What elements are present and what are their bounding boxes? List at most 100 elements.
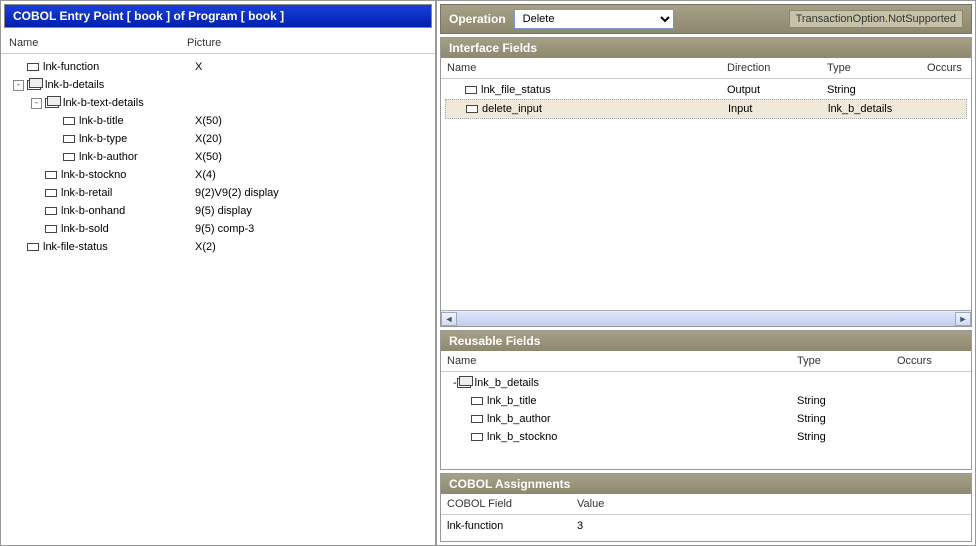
tree-item-label: lnk-b-author <box>79 149 138 165</box>
tree-item-picture: 9(5) comp-3 <box>195 221 431 237</box>
field-icon <box>45 225 57 233</box>
interface-field-row[interactable]: lnk_file_statusOutputString <box>445 81 967 99</box>
transaction-option: TransactionOption.NotSupported <box>789 10 963 28</box>
if-direction: Input <box>728 101 828 117</box>
field-icon <box>63 135 75 143</box>
reusable-field-row[interactable]: lnk_b_stocknoString <box>445 428 967 446</box>
cobol-assignments-section: COBOL Assignments COBOL Field Value lnk-… <box>440 473 972 542</box>
operation-label: Operation <box>449 12 506 26</box>
cobol-assignment-row[interactable]: lnk-function3 <box>445 517 967 535</box>
tree-item-label: lnk-b-type <box>79 131 127 147</box>
field-icon <box>471 433 483 441</box>
field-icon <box>63 117 75 125</box>
tree-row[interactable]: lnk-b-type X(20) <box>5 130 431 148</box>
if-type: String <box>827 82 927 98</box>
tree-item-picture: X(20) <box>195 131 431 147</box>
rf-type: String <box>797 429 897 445</box>
field-icon <box>471 415 483 423</box>
field-icon <box>63 153 75 161</box>
rf-name-label: lnk_b_details <box>475 375 539 391</box>
interface-fields-section: Interface Fields Name Direction Type Occ… <box>440 37 972 327</box>
tree-col-name-header: Name <box>9 37 179 49</box>
tree-item-label: lnk-b-details <box>45 77 104 93</box>
scroll-right-icon[interactable]: ► <box>955 312 971 326</box>
left-title-bar: COBOL Entry Point [ book ] of Program [ … <box>4 4 432 28</box>
reusable-field-row[interactable]: lnk_b_author String <box>445 410 967 428</box>
if-col-occurs: Occurs <box>927 62 965 74</box>
tree-row[interactable]: lnk-b-titleX(50) <box>5 112 431 130</box>
toggle-placeholder <box>13 242 24 253</box>
tree-item-label: lnk-b-retail <box>61 185 112 201</box>
tree-row[interactable]: lnk-file-statusX(2) <box>5 238 431 256</box>
collapse-icon[interactable]: - <box>13 80 24 91</box>
rf-name-label: lnk_b_author <box>487 411 551 427</box>
toggle-placeholder <box>31 224 42 235</box>
operation-select[interactable]: Delete <box>514 9 674 29</box>
collapse-icon[interactable]: - <box>31 98 42 109</box>
toggle-placeholder <box>49 152 60 163</box>
operation-bar: Operation Delete TransactionOption.NotSu… <box>440 4 972 34</box>
cobol-assignments-title: COBOL Assignments <box>441 474 971 494</box>
field-icon <box>45 207 57 215</box>
left-panel: COBOL Entry Point [ book ] of Program [ … <box>1 1 437 545</box>
tree-item-label: lnk-b-sold <box>61 221 109 237</box>
rf-col-name: Name <box>447 355 797 367</box>
interface-fields-title: Interface Fields <box>441 38 971 58</box>
if-col-type: Type <box>827 62 927 74</box>
cobol-assignments-body[interactable]: lnk-function3 <box>441 515 971 541</box>
if-name-label: lnk_file_status <box>481 82 551 98</box>
field-icon <box>465 86 477 94</box>
right-panel: Operation Delete TransactionOption.NotSu… <box>437 1 975 545</box>
toggle-placeholder <box>31 170 42 181</box>
toggle-placeholder <box>31 206 42 217</box>
tree-col-picture-header: Picture <box>179 37 427 49</box>
toggle-placeholder <box>49 134 60 145</box>
interface-scrollbar[interactable]: ◄ ► <box>441 310 971 326</box>
rf-type: String <box>797 411 897 427</box>
tree-row[interactable]: -lnk-b-text-details <box>5 94 431 112</box>
tree-header: Name Picture <box>1 31 435 54</box>
tree-row[interactable]: lnk-b-onhand9(5) display <box>5 202 431 220</box>
interface-field-row[interactable]: delete_inputInputlnk_b_details <box>445 99 967 119</box>
reusable-fields-title: Reusable Fields <box>441 331 971 351</box>
scroll-left-icon[interactable]: ◄ <box>441 312 457 326</box>
scroll-track[interactable] <box>457 312 955 326</box>
if-type: lnk_b_details <box>828 101 928 117</box>
field-icon <box>27 63 39 71</box>
rf-col-type: Type <box>797 355 897 367</box>
tree-item-picture: 9(2)V9(2) display <box>195 185 431 201</box>
field-icon <box>45 171 57 179</box>
tree-row[interactable]: lnk-functionX <box>5 58 431 76</box>
tree-row[interactable]: lnk-b-retail 9(2)V9(2) display <box>5 184 431 202</box>
tree-item-picture: X(4) <box>195 167 431 183</box>
ca-col-value: Value <box>577 498 965 510</box>
group-icon <box>457 378 471 388</box>
tree-item-label: lnk-b-stockno <box>61 167 126 183</box>
tree-body[interactable]: lnk-functionX-lnk-b-details-lnk-b-text-d… <box>1 54 435 545</box>
tree-row[interactable]: lnk-b-author X(50) <box>5 148 431 166</box>
interface-fields-body[interactable]: lnk_file_statusOutputStringdelete_inputI… <box>441 79 971 310</box>
field-icon <box>471 397 483 405</box>
rf-name-label: lnk_b_title <box>487 393 537 409</box>
tree-item-picture: X <box>195 59 431 75</box>
rf-type: String <box>797 393 897 409</box>
toggle-placeholder <box>49 116 60 127</box>
interface-fields-header: Name Direction Type Occurs <box>441 58 971 79</box>
tree-row[interactable]: lnk-b-sold 9(5) comp-3 <box>5 220 431 238</box>
tree-item-label: lnk-file-status <box>43 239 108 255</box>
if-col-direction: Direction <box>727 62 827 74</box>
ca-col-field: COBOL Field <box>447 498 577 510</box>
tree-row[interactable]: lnk-b-stockno X(4) <box>5 166 431 184</box>
tree-row[interactable]: - lnk-b-details <box>5 76 431 94</box>
reusable-field-row[interactable]: lnk_b_title String <box>445 392 967 410</box>
field-icon <box>466 105 478 113</box>
tree-item-picture: X(50) <box>195 149 431 165</box>
ca-field: lnk-function <box>447 518 577 534</box>
reusable-fields-header: Name Type Occurs <box>441 351 971 372</box>
if-col-name: Name <box>447 62 727 74</box>
ca-value: 3 <box>577 518 965 534</box>
rf-col-occurs: Occurs <box>897 355 965 367</box>
cobol-assignments-header: COBOL Field Value <box>441 494 971 515</box>
reusable-field-row[interactable]: -lnk_b_details <box>445 374 967 392</box>
reusable-fields-body[interactable]: -lnk_b_detailslnk_b_titleStringlnk_b_aut… <box>441 372 971 469</box>
